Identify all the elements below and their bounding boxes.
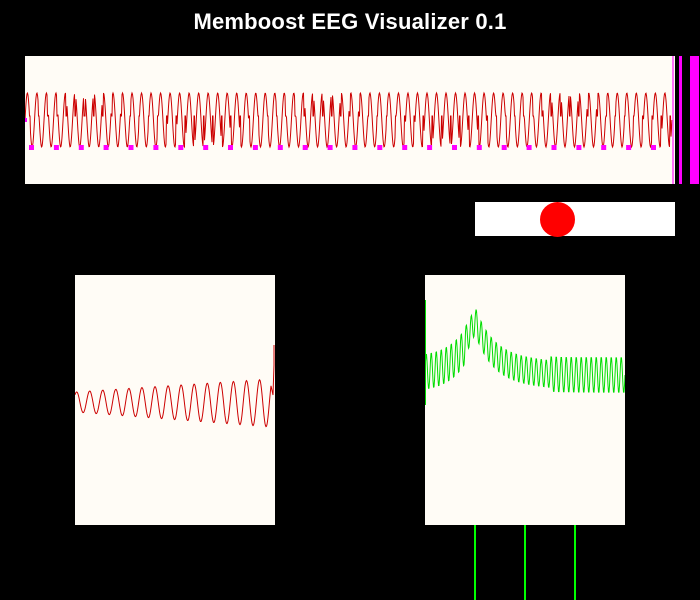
event-marker (203, 145, 209, 150)
eeg-visualizer-window: Memboost EEG Visualizer 0.1 (0, 0, 700, 600)
event-marker (153, 145, 159, 150)
event-marker (327, 145, 333, 150)
slider-knob[interactable] (540, 202, 575, 237)
event-marker (377, 145, 383, 150)
event-marker (427, 145, 433, 150)
event-marker (53, 145, 59, 150)
event-marker (178, 145, 184, 150)
event-marker (452, 145, 457, 150)
filtered-eeg-panel (75, 275, 275, 525)
event-marker (25, 118, 27, 122)
event-marker (302, 145, 308, 150)
signal-level-bar-1 (672, 56, 674, 184)
spectrum-trace (425, 309, 625, 393)
raw-eeg-trace (25, 91, 673, 149)
event-marker (576, 145, 582, 150)
event-marker (128, 145, 134, 150)
event-marker (277, 145, 283, 150)
spectrum-plot (425, 300, 625, 405)
event-marker (651, 145, 656, 150)
filtered-eeg-trace (75, 345, 275, 428)
band-marker-1 (474, 525, 476, 600)
event-marker (252, 145, 258, 150)
spectrum-panel (425, 275, 625, 525)
event-marker (526, 145, 532, 150)
raw-eeg-panel (25, 56, 675, 184)
event-marker (78, 145, 84, 150)
slider-track[interactable] (475, 202, 675, 236)
signal-level-bar-3 (690, 56, 699, 184)
event-marker (228, 145, 233, 150)
event-marker (103, 145, 109, 150)
band-marker-2 (524, 525, 526, 600)
event-marker (352, 145, 358, 150)
event-marker (29, 145, 34, 150)
filtered-eeg-plot (75, 345, 275, 428)
signal-level-bar-2 (679, 56, 682, 184)
event-marker (551, 145, 557, 150)
event-marker (626, 145, 632, 150)
event-marker (402, 145, 408, 150)
event-marker (601, 145, 607, 150)
raw-eeg-plot (25, 91, 673, 150)
event-marker (476, 145, 482, 150)
app-title: Memboost EEG Visualizer 0.1 (193, 9, 507, 34)
event-marker (501, 145, 507, 150)
band-marker-3 (574, 525, 576, 600)
